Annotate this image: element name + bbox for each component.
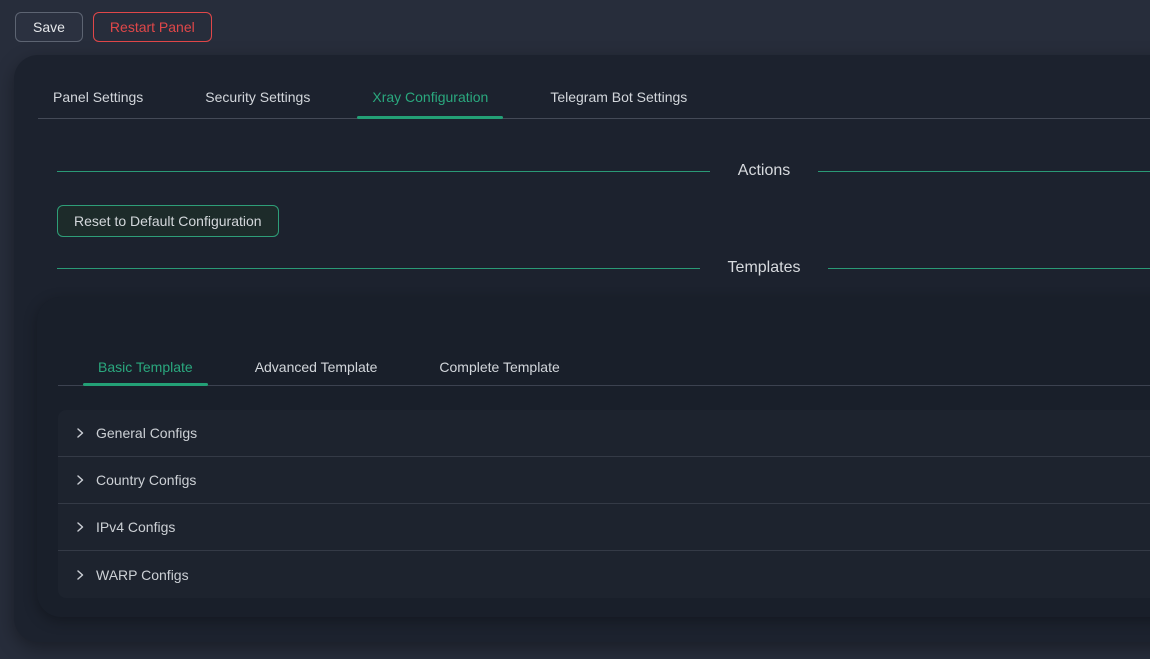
- collapse-item-general-configs[interactable]: General Configs: [58, 410, 1150, 457]
- actions-divider: Actions: [57, 159, 1150, 183]
- configs-collapse-list: General Configs Country Configs: [58, 410, 1150, 598]
- settings-card: Panel Settings Security Settings Xray Co…: [14, 55, 1150, 642]
- collapse-item-ipv4-configs[interactable]: IPv4 Configs: [58, 504, 1150, 551]
- collapse-item-country-configs[interactable]: Country Configs: [58, 457, 1150, 504]
- tab-basic-template[interactable]: Basic Template: [83, 349, 208, 385]
- divider-line: [57, 268, 700, 269]
- tab-complete-template[interactable]: Complete Template: [424, 349, 574, 385]
- chevron-right-icon: [74, 474, 86, 486]
- collapse-item-label: IPv4 Configs: [96, 519, 175, 535]
- chevron-right-icon: [74, 569, 86, 581]
- chevron-right-icon: [74, 427, 86, 439]
- actions-divider-label: Actions: [710, 162, 818, 180]
- app-root: Save Restart Panel Panel Settings Securi…: [0, 0, 1150, 659]
- divider-line: [818, 171, 1150, 172]
- collapse-item-label: WARP Configs: [96, 567, 189, 583]
- topbar: Save Restart Panel: [0, 0, 1150, 55]
- tab-panel-settings[interactable]: Panel Settings: [38, 75, 158, 118]
- templates-card: Basic Template Advanced Template Complet…: [37, 297, 1150, 617]
- save-button[interactable]: Save: [15, 12, 83, 42]
- collapse-item-warp-configs[interactable]: WARP Configs: [58, 551, 1150, 598]
- collapse-item-label: General Configs: [96, 425, 197, 441]
- settings-tabbar: Panel Settings Security Settings Xray Co…: [38, 55, 1150, 119]
- templates-divider: Templates: [57, 256, 1150, 280]
- collapse-item-label: Country Configs: [96, 472, 196, 488]
- tab-xray-configuration[interactable]: Xray Configuration: [357, 75, 503, 118]
- templates-divider-label: Templates: [700, 259, 829, 277]
- reset-default-configuration-button[interactable]: Reset to Default Configuration: [57, 205, 279, 237]
- xray-configuration-panel: Actions Reset to Default Configuration T…: [14, 159, 1150, 280]
- restart-panel-button[interactable]: Restart Panel: [93, 12, 212, 42]
- chevron-right-icon: [74, 521, 86, 533]
- tab-security-settings[interactable]: Security Settings: [190, 75, 325, 118]
- templates-tabbar: Basic Template Advanced Template Complet…: [58, 297, 1150, 386]
- divider-line: [57, 171, 710, 172]
- tab-advanced-template[interactable]: Advanced Template: [240, 349, 393, 385]
- tab-telegram-bot-settings[interactable]: Telegram Bot Settings: [535, 75, 702, 118]
- divider-line: [828, 268, 1150, 269]
